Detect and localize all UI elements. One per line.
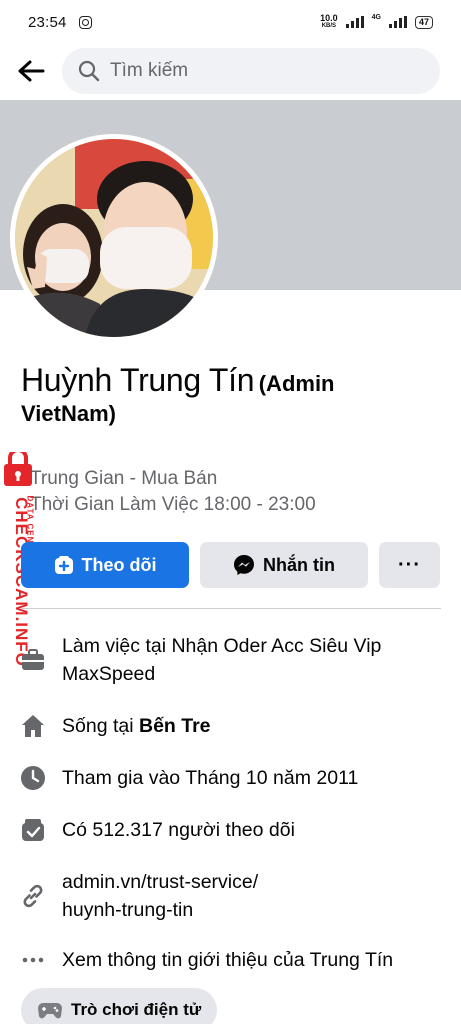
- profile-name-suffix: (Admin: [258, 371, 335, 396]
- info-see-about-text[interactable]: Xem thông tin giới thiệu của Trung Tín: [62, 946, 442, 974]
- follow-plus-icon: [54, 556, 73, 574]
- info-lives: Sống tại Bến Tre: [0, 712, 461, 740]
- signal-icon: [345, 16, 364, 28]
- avatar-photo: [15, 139, 213, 337]
- network-speed: 10.0 KB/S: [320, 13, 338, 30]
- more-dots-icon: ···: [398, 553, 421, 576]
- back-button[interactable]: [0, 44, 62, 98]
- info-link[interactable]: admin.vn/trust-service/ huynh-trung-tin: [0, 868, 461, 928]
- info-link-text[interactable]: admin.vn/trust-service/ huynh-trung-tin: [62, 868, 442, 924]
- home-icon: [22, 715, 44, 737]
- clock-icon: [21, 766, 45, 790]
- follow-button[interactable]: Theo dõi: [21, 542, 189, 588]
- battery-icon: 47: [414, 15, 433, 29]
- status-bar: 23:54 10.0 KB/S 4G 47: [0, 0, 461, 44]
- signal-icon-2: [388, 16, 407, 28]
- profile-avatar[interactable]: [10, 134, 218, 342]
- followers-icon: [22, 819, 44, 841]
- search-header: [0, 44, 461, 98]
- messenger-icon: [234, 555, 254, 575]
- profile-actions: Theo dõi Nhắn tin ···: [21, 542, 441, 588]
- search-icon: [78, 60, 100, 82]
- more-horizontal-icon: [22, 957, 44, 963]
- message-button[interactable]: Nhắn tin: [200, 542, 368, 588]
- more-options-button[interactable]: ···: [379, 542, 440, 588]
- message-label: Nhắn tin: [263, 554, 335, 575]
- follow-label: Theo dõi: [81, 554, 157, 575]
- search-input[interactable]: [110, 60, 390, 82]
- info-work: Làm việc tại Nhận Oder Acc Siêu Vip MaxS…: [0, 632, 461, 692]
- network-type: 4G: [371, 14, 381, 21]
- instagram-notification-icon: [78, 15, 92, 29]
- profile-name-suffix-line2: VietNam): [21, 401, 116, 426]
- profile-name: Huỳnh Trung Tín: [21, 362, 255, 398]
- profile-bio: Trung Gian - Mua Bán Thời Gian Làm Việc …: [30, 466, 316, 518]
- info-followers: Có 512.317 người theo dõi: [0, 816, 461, 844]
- info-joined-text: Tham gia vào Tháng 10 năm 2011: [62, 767, 359, 789]
- bio-line: Trung Gian - Mua Bán: [30, 468, 218, 489]
- link-icon: [23, 884, 43, 908]
- briefcase-icon: [22, 649, 44, 670]
- status-indicators: 10.0 KB/S 4G 47: [320, 14, 433, 30]
- search-bar[interactable]: [62, 48, 440, 94]
- info-work-text: Làm việc tại Nhận Oder Acc Siêu Vip MaxS…: [62, 635, 382, 685]
- interest-chip-games[interactable]: Trò chơi điện tử: [21, 988, 218, 1024]
- info-lives-text: Sống tại Bến Tre: [62, 715, 211, 737]
- avatar-image: [15, 139, 213, 337]
- info-followers-text: Có 512.317 người theo dõi: [62, 819, 295, 841]
- profile-name-block: Huỳnh Trung Tín (Admin VietNam): [21, 362, 441, 427]
- status-time: 23:54: [28, 13, 67, 31]
- arrow-left-icon: [18, 60, 45, 82]
- section-divider: [21, 608, 441, 609]
- info-joined: Tham gia vào Tháng 10 năm 2011: [0, 764, 461, 792]
- gamepad-icon: [38, 1003, 62, 1019]
- info-see-about[interactable]: Xem thông tin giới thiệu của Trung Tín: [0, 946, 461, 974]
- info-lives-place: Bến Tre: [138, 715, 211, 737]
- bio-line: Thời Gian Làm Việc 18:00 - 23:00: [30, 494, 316, 515]
- chip-label: Trò chơi điện tử: [71, 1000, 202, 1019]
